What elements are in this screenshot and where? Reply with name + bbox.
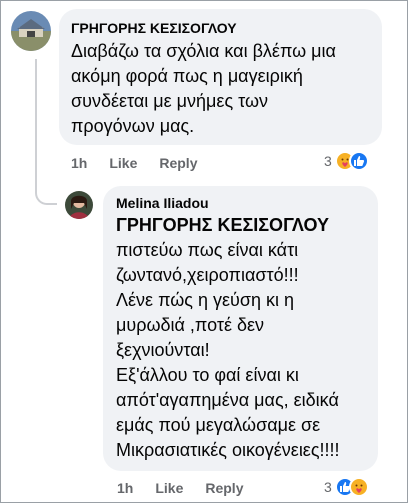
reply-timestamp[interactable]: 1h	[117, 480, 133, 496]
comment-bubble: ΓΡΗΓΟΡΗΣ ΚΕΣΙΣΟΓΛΟΥ Διαβάζω τα σχόλια κα…	[59, 9, 382, 145]
reply-line: μυρωδιά ,ποτέ δεν	[116, 315, 265, 335]
comment-timestamp[interactable]: 1h	[71, 155, 87, 171]
reply-line: Εξ'άλλου το φαί είναι κι	[116, 365, 299, 385]
like-button[interactable]: Like	[109, 155, 137, 171]
comment-text: Διαβάζω τα σχόλια και βλέπω μια ακόμη φο…	[71, 39, 376, 139]
comment-actions: 1h Like Reply	[71, 155, 219, 171]
reply-bubble: Melina Iliadou ΓΡΗΓΟΡΗΣ ΚΕΣΙΣΟΓΛΟΥ πιστε…	[103, 186, 378, 471]
reply-line: απότ'αγαπημένα μας, ειδικά	[116, 390, 339, 410]
comment-thread-panel: ΓΡΗΓΟΡΗΣ ΚΕΣΙΣΟΓΛΟΥ Διαβάζω τα σχόλια κα…	[0, 0, 408, 503]
like-button[interactable]: Like	[155, 480, 183, 496]
comment-line: προγόνων μας.	[71, 116, 195, 136]
reply-line: ζωντανό,χειροπιαστό!!!	[116, 265, 299, 285]
comment-line: Διαβάζω τα σχόλια και βλέπω μια	[71, 41, 336, 61]
reply-line: ξεχνιούνται!	[116, 340, 210, 360]
mention-tag[interactable]: ΓΡΗΓΟΡΗΣ ΚΕΣΙΣΟΓΛΟΥ	[116, 213, 376, 238]
comment-line: συνδέεται με μνήμες των	[71, 91, 269, 111]
reply-button[interactable]: Reply	[205, 480, 243, 496]
reaction-summary[interactable]: 3	[324, 151, 369, 171]
reply-button[interactable]: Reply	[159, 155, 197, 171]
reply-line: Λένε πώς η γεύση κι η	[116, 290, 294, 310]
reaction-count: 3	[324, 479, 332, 495]
comment-author[interactable]: ΓΡΗΓΟΡΗΣ ΚΕΣΙΣΟΓΛΟΥ	[71, 20, 237, 36]
reaction-count: 3	[324, 153, 332, 169]
like-reaction-icon	[348, 151, 369, 171]
reply-line: πιστεύω πως είναι κάτι	[116, 240, 299, 260]
avatar[interactable]	[11, 11, 51, 51]
reaction-summary[interactable]: 3	[324, 477, 369, 497]
reply-actions: 1h Like Reply	[117, 480, 265, 496]
avatar[interactable]	[65, 191, 93, 219]
reply-text: ΓΡΗΓΟΡΗΣ ΚΕΣΙΣΟΓΛΟΥ πιστεύω πως είναι κά…	[116, 213, 376, 463]
care-reaction-icon	[348, 477, 369, 497]
thread-connector	[35, 59, 57, 205]
reply-line: Μικρασιατικές οικογένειες!!!!	[116, 440, 340, 460]
reply-line: εμάς πού μεγαλώσαμε σε	[116, 415, 321, 435]
comment-line: ακόμη φορά πως η μαγειρική	[71, 66, 303, 86]
reply-author[interactable]: Melina Iliadou	[116, 195, 209, 211]
